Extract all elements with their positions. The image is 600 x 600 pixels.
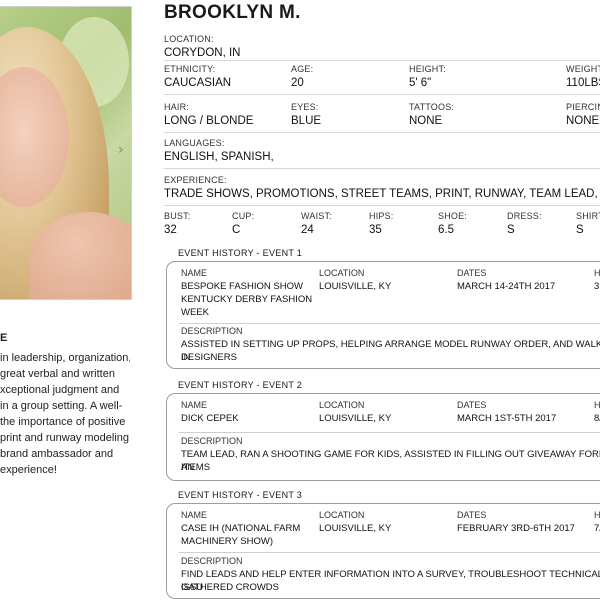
event-dates-value: FEBRUARY 3RD-6TH 2017: [457, 523, 575, 534]
hips-value: 35: [369, 224, 382, 236]
event-description-line: TEAM LEAD, RAN A SHOOTING GAME FOR KIDS,…: [181, 449, 600, 473]
languages-row: LANGUAGES: ENGLISH, SPANISH,: [164, 138, 600, 169]
dress-value: S: [507, 224, 515, 236]
event-dates-value: MARCH 14-24TH 2017: [457, 281, 556, 292]
event-location-value: LOUISVILLE, KY: [319, 523, 392, 534]
cup-label: CUP:: [232, 211, 255, 221]
event-dates-label: DATES: [457, 268, 487, 278]
experience-value: TRADE SHOWS, PROMOTIONS, STREET TEAMS, P…: [164, 188, 598, 200]
event-name-label: NAME: [181, 268, 208, 278]
experience-row: EXPERIENCE: TRADE SHOWS, PROMOTIONS, STR…: [164, 175, 600, 206]
waist-value: 24: [301, 224, 314, 236]
event-description-line: DESIGNERS: [181, 352, 237, 363]
location-label: LOCATION:: [164, 34, 214, 44]
chevron-right-icon[interactable]: ›: [118, 142, 124, 158]
ethnicity-value: CAUCASIAN: [164, 77, 232, 89]
bio-line: xceptional judgment and: [0, 384, 120, 396]
languages-label: LANGUAGES:: [164, 138, 225, 148]
event-location-value: LOUISVILLE, KY: [319, 413, 392, 424]
bio-line: the importance of positive: [0, 416, 126, 428]
event-dates-label: DATES: [457, 400, 487, 410]
event-2-card: NAME LOCATION DATES H DICK CEPEK LOUISVI…: [166, 393, 600, 481]
tattoos-label: TATTOOS:: [409, 102, 455, 112]
event-divider: [179, 552, 600, 553]
event-3-heading: EVENT HISTORY - EVENT 3: [178, 490, 303, 500]
weight-label: WEIGHT:: [566, 64, 600, 74]
event-3-card: NAME LOCATION DATES H CASE IH (NATIONAL …: [166, 503, 600, 599]
event-name-line: MACHINERY SHOW): [181, 536, 274, 547]
profile-photo[interactable]: [0, 6, 132, 300]
event-hours-value: 8A: [594, 413, 600, 424]
waist-label: WAIST:: [301, 211, 332, 221]
eyes-label: EYES:: [291, 102, 319, 112]
dress-label: DRESS:: [507, 211, 542, 221]
bio-line: experience!: [0, 464, 57, 476]
event-name-line: DICK CEPEK: [181, 413, 239, 424]
event-hours-label: H: [594, 510, 600, 520]
shirt-value: S: [576, 224, 584, 236]
event-divider: [179, 432, 600, 433]
event-description-label: DESCRIPTION: [181, 326, 243, 336]
event-divider: [179, 323, 600, 324]
bust-value: 32: [164, 224, 177, 236]
weight-value: 110LBS: [566, 77, 600, 89]
height-label: HEIGHT:: [409, 64, 446, 74]
ethnicity-label: ETHNICITY:: [164, 64, 216, 74]
bio-line: print and runway modeling: [0, 432, 130, 444]
measurements-row: BUST: 32 CUP: C WAIST: 24 HIPS: 35 SHOE:…: [164, 211, 600, 239]
event-description-line: ITEMS: [181, 462, 211, 473]
event-name-line: BESPOKE FASHION SHOW: [181, 281, 303, 292]
event-dates-value: MARCH 1ST-5TH 2017: [457, 413, 557, 424]
bio-section: E in leadership, organization, great ver…: [0, 330, 130, 478]
event-hours-value: 3P: [594, 281, 600, 292]
event-1-heading: EVENT HISTORY - EVENT 1: [178, 248, 303, 258]
event-location-label: LOCATION: [319, 400, 365, 410]
bio-line: in a group setting. A well-: [0, 400, 123, 412]
piercings-value: NONE: [566, 115, 600, 127]
hair-label: HAIR:: [164, 102, 190, 112]
bio-line: great verbal and written: [0, 368, 115, 380]
event-description-label: DESCRIPTION: [181, 556, 243, 566]
event-hours-value: 7A: [594, 523, 600, 534]
event-2-heading: EVENT HISTORY - EVENT 2: [178, 380, 303, 390]
stats-row-2: HAIR: LONG / BLONDE EYES: BLUE TATTOOS: …: [164, 102, 600, 133]
event-description-label: DESCRIPTION: [181, 436, 243, 446]
bust-label: BUST:: [164, 211, 191, 221]
event-name-line: KENTUCKY DERBY FASHION: [181, 294, 313, 305]
hair-value: LONG / BLONDE: [164, 115, 254, 127]
location-value: CORYDON, IN: [164, 47, 241, 59]
event-location-label: LOCATION: [319, 268, 365, 278]
eyes-value: BLUE: [291, 115, 322, 127]
languages-value: ENGLISH, SPANISH,: [164, 151, 274, 163]
event-1-card: NAME LOCATION DATES HO BESPOKE FASHION S…: [166, 261, 600, 369]
shoe-value: 6.5: [438, 224, 454, 236]
event-description-line: ASSISTED IN SETTING UP PROPS, HELPING AR…: [181, 339, 600, 363]
piercings-label: PIERCINGS:: [566, 102, 600, 112]
location-row: LOCATION: CORYDON, IN: [164, 34, 600, 61]
event-hours-label: H: [594, 400, 600, 410]
event-name-label: NAME: [181, 510, 208, 520]
model-name: BROOKLYN M.: [164, 2, 301, 23]
bio-title: E: [0, 332, 8, 344]
stats-row-1: ETHNICITY: CAUCASIAN AGE: 20 HEIGHT: 5' …: [164, 64, 600, 95]
shoe-label: SHOE:: [438, 211, 468, 221]
hips-label: HIPS:: [369, 211, 394, 221]
tattoos-value: NONE: [409, 115, 443, 127]
shirt-label: SHIRT:: [576, 211, 600, 221]
event-name-line: CASE IH (NATIONAL FARM: [181, 523, 301, 534]
event-name-label: NAME: [181, 400, 208, 410]
age-value: 20: [291, 77, 304, 89]
event-description-line: GATHERED CROWDS: [181, 582, 279, 593]
bio-line: brand ambassador and: [0, 448, 114, 460]
event-name-line: WEEK: [181, 307, 209, 318]
event-hours-label: HO: [594, 268, 600, 278]
bio-line: in leadership, organization,: [0, 352, 130, 364]
event-location-value: LOUISVILLE, KY: [319, 281, 392, 292]
height-value: 5' 6": [409, 77, 432, 89]
event-dates-label: DATES: [457, 510, 487, 520]
age-label: AGE:: [291, 64, 314, 74]
cup-value: C: [232, 224, 241, 236]
event-location-label: LOCATION: [319, 510, 365, 520]
experience-label: EXPERIENCE:: [164, 175, 227, 185]
